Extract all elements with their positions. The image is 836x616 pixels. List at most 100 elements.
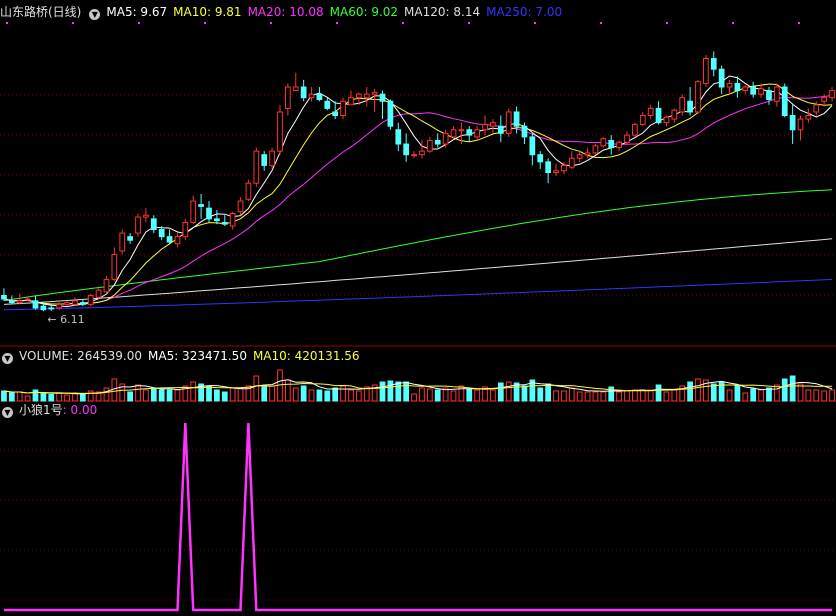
candle-body xyxy=(253,150,260,184)
min-price-label: ← 6.11 xyxy=(47,313,84,326)
candle-body xyxy=(466,129,473,136)
candle-body xyxy=(277,111,283,152)
candle-body xyxy=(750,86,757,95)
volume-bar xyxy=(592,391,599,402)
top-marker xyxy=(468,22,470,24)
volume-bar xyxy=(632,389,638,402)
candle-body xyxy=(245,182,252,200)
top-marker xyxy=(336,22,338,24)
volume-bar xyxy=(135,384,141,402)
volume-bar xyxy=(687,381,693,402)
volume-bar xyxy=(355,390,362,402)
volume-bar xyxy=(695,378,701,402)
volume-bar xyxy=(158,389,165,402)
candle-body xyxy=(150,218,157,231)
candle-body xyxy=(87,294,94,305)
volume-bar xyxy=(521,385,528,402)
candle-body xyxy=(143,214,149,218)
indicator-line xyxy=(3,422,833,612)
volume-bar xyxy=(111,378,118,402)
chevron-down-icon[interactable]: ▼ xyxy=(89,9,101,20)
volume-bar xyxy=(127,391,133,402)
top-marker xyxy=(732,22,734,24)
candle-body xyxy=(766,90,772,100)
candle-body xyxy=(671,109,678,120)
candle-body xyxy=(726,82,733,88)
candle-body xyxy=(182,221,189,238)
candle-body xyxy=(411,154,417,157)
volume-bar xyxy=(789,375,796,402)
candle-body xyxy=(781,86,788,117)
candle-body xyxy=(434,139,441,145)
indicator-legend: ▼ 小狼1号: 0.00 xyxy=(0,402,103,418)
volume-ma5-label: MA5: 323471.50 xyxy=(148,349,247,363)
chevron-down-icon[interactable]: ▼ xyxy=(2,353,13,364)
volume-bar xyxy=(734,385,741,402)
volume-bar xyxy=(450,390,457,402)
candle-body xyxy=(703,58,709,84)
candle-body xyxy=(324,100,331,109)
volume-bar xyxy=(332,387,339,402)
candle-body xyxy=(718,68,725,88)
volume-bar xyxy=(805,389,812,402)
chevron-down-icon[interactable]: ▼ xyxy=(2,407,13,418)
volume-bar xyxy=(40,392,47,402)
candle-body xyxy=(103,278,110,293)
candle-body xyxy=(734,82,741,92)
candle-body xyxy=(490,122,496,127)
candle-body xyxy=(474,129,481,138)
top-marker xyxy=(270,22,272,24)
volume-bar xyxy=(797,383,804,402)
candle-body xyxy=(24,298,31,301)
volume-bar xyxy=(56,392,63,402)
volume-bar xyxy=(103,387,110,402)
candle-body xyxy=(450,129,457,138)
candle-body xyxy=(371,91,378,95)
volume-bar xyxy=(568,387,575,402)
candle-body xyxy=(805,115,812,120)
volume-bar xyxy=(64,394,70,402)
volume-bar xyxy=(300,385,307,402)
volume-bar xyxy=(663,391,670,402)
volume-bar xyxy=(174,389,181,402)
candle-body xyxy=(387,100,394,127)
indicator-value: : 0.00 xyxy=(62,403,98,417)
volume-bar xyxy=(458,385,465,402)
volume-bar xyxy=(726,389,733,402)
candle-body xyxy=(56,303,63,309)
volume-bar xyxy=(379,381,386,402)
candle-body xyxy=(647,107,654,117)
volume-bar xyxy=(490,389,496,402)
volume-bar xyxy=(166,389,173,402)
candle-body xyxy=(379,93,386,102)
candle-body xyxy=(616,141,622,149)
candle-body xyxy=(513,111,520,127)
volume-bar xyxy=(616,391,622,402)
ma5-line xyxy=(3,75,833,308)
candle-body xyxy=(608,139,615,149)
candle-body xyxy=(695,81,701,113)
volume-bar xyxy=(466,388,473,402)
price-chart[interactable]: ← 6.11 xyxy=(0,0,836,616)
volume-bar xyxy=(426,388,433,402)
volume-bar xyxy=(624,390,630,402)
candle-body xyxy=(639,115,646,125)
candle-body xyxy=(773,86,780,102)
volume-bar xyxy=(710,383,717,402)
volume-bar xyxy=(316,389,323,402)
volume-bar xyxy=(537,387,544,402)
candle-body xyxy=(553,170,559,174)
candle-body xyxy=(497,125,504,134)
candle-body xyxy=(64,302,70,305)
candle-body xyxy=(206,207,212,220)
candle-body xyxy=(521,125,528,138)
volume-bar xyxy=(750,388,757,402)
candle-body xyxy=(135,216,141,234)
volume-bar xyxy=(829,389,835,402)
candle-body xyxy=(158,229,165,238)
volume-bar xyxy=(269,385,275,402)
candle-body xyxy=(600,138,607,147)
top-marker xyxy=(402,22,404,24)
volume-bar xyxy=(781,378,788,402)
candle-body xyxy=(482,123,488,131)
